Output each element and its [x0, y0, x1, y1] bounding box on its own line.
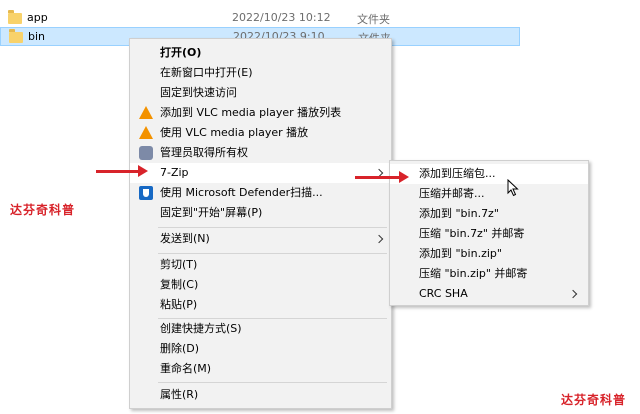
menu-item-7zip[interactable]: 7-Zip	[130, 163, 391, 183]
menu-item-vlc-play[interactable]: 使用 VLC media player 播放	[130, 123, 391, 143]
menu-item-properties[interactable]: 属性(R)	[130, 385, 391, 405]
submenu-item-add-to-7z[interactable]: 添加到 "bin.7z"	[390, 204, 588, 224]
annotation-arrow-add-archive	[355, 171, 409, 183]
context-menu: 打开(O) 在新窗口中打开(E) 固定到快速访问 添加到 VLC media p…	[129, 38, 392, 409]
defender-shield-icon	[139, 186, 153, 200]
file-name: bin	[28, 30, 46, 43]
file-row-app[interactable]: app 2022/10/23 10:12 文件夹	[0, 8, 520, 27]
chevron-right-icon	[374, 234, 384, 244]
watermark-bottom-right: 达芬奇科普	[561, 393, 627, 407]
menu-item-send-to[interactable]: 发送到(N)	[130, 229, 391, 249]
menu-item-paste[interactable]: 粘贴(P)	[130, 295, 391, 315]
menu-separator	[158, 253, 387, 254]
menu-item-cut[interactable]: 剪切(T)	[130, 255, 391, 275]
file-name: app	[27, 11, 48, 24]
submenu-item-add-to-zip[interactable]: 添加到 "bin.zip"	[390, 244, 588, 264]
menu-item-rename[interactable]: 重命名(M)	[130, 359, 391, 379]
file-type: 文件夹	[357, 13, 390, 26]
menu-item-vlc-add-playlist[interactable]: 添加到 VLC media player 播放列表	[130, 103, 391, 123]
menu-item-create-shortcut[interactable]: 创建快捷方式(S)	[130, 319, 391, 339]
menu-item-delete[interactable]: 删除(D)	[130, 339, 391, 359]
menu-separator	[158, 227, 387, 228]
menu-item-open[interactable]: 打开(O)	[130, 43, 391, 63]
submenu-item-crc-sha[interactable]: CRC SHA	[390, 284, 588, 304]
file-date: 2022/10/23 10:12	[232, 11, 331, 24]
submenu-item-compress-email[interactable]: 压缩并邮寄...	[390, 184, 588, 204]
admin-users-icon	[139, 146, 153, 160]
chevron-right-icon	[568, 289, 578, 299]
submenu-item-compress-zip-email[interactable]: 压缩 "bin.zip" 并邮寄	[390, 264, 588, 284]
folder-icon	[8, 10, 22, 24]
vlc-icon	[139, 106, 153, 120]
menu-item-take-ownership[interactable]: 管理员取得所有权	[130, 143, 391, 163]
mouse-cursor-icon	[507, 179, 519, 197]
submenu-item-add-to-archive[interactable]: 添加到压缩包...	[390, 164, 588, 184]
7zip-submenu: 添加到压缩包... 压缩并邮寄... 添加到 "bin.7z" 压缩 "bin.…	[389, 160, 589, 306]
vlc-icon	[139, 126, 153, 140]
menu-separator	[158, 382, 387, 383]
menu-item-open-new-window[interactable]: 在新窗口中打开(E)	[130, 63, 391, 83]
menu-item-pin-start[interactable]: 固定到"开始"屏幕(P)	[130, 203, 391, 223]
menu-item-pin-quick-access[interactable]: 固定到快速访问	[130, 83, 391, 103]
menu-item-copy[interactable]: 复制(C)	[130, 275, 391, 295]
folder-icon	[9, 29, 23, 43]
submenu-item-compress-7z-email[interactable]: 压缩 "bin.7z" 并邮寄	[390, 224, 588, 244]
annotation-arrow-7zip	[96, 165, 148, 177]
menu-item-defender-scan[interactable]: 使用 Microsoft Defender扫描...	[130, 183, 391, 203]
watermark-left: 达芬奇科普	[10, 203, 76, 217]
